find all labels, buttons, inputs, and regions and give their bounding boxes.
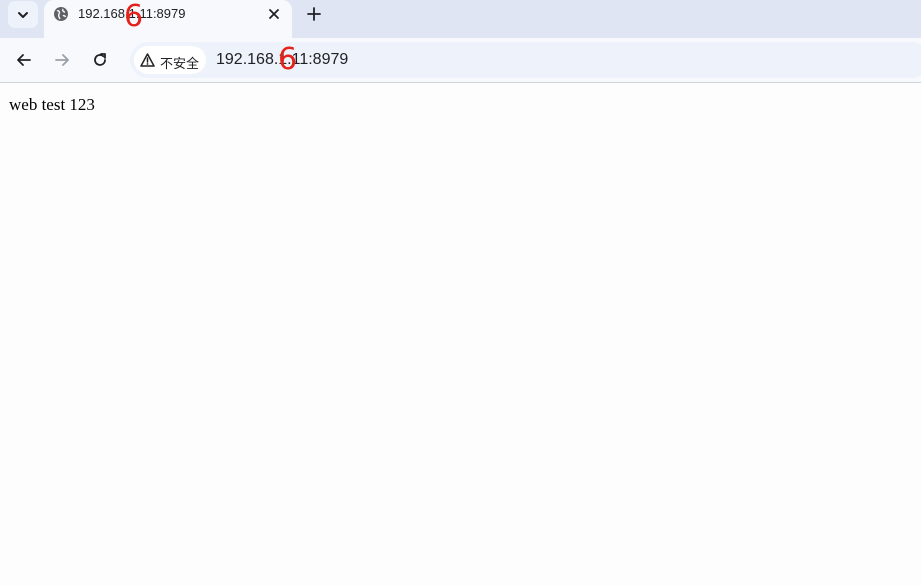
warning-triangle-icon [140, 53, 155, 67]
overlay-digit: 6 [278, 42, 298, 77]
address-bar[interactable]: 不安全 192.168.1.11:8979 [130, 42, 921, 78]
chevron-down-icon [18, 11, 28, 18]
arrow-right-icon[interactable] [52, 50, 72, 70]
page-text: web test 123 [9, 95, 95, 114]
reload-icon[interactable] [90, 50, 110, 70]
page-content: web test 123 [0, 83, 921, 585]
toolbar: 不安全 192.168.1.11:8979 [0, 38, 921, 82]
overlay-digit: 6 [124, 0, 144, 34]
plus-icon[interactable] [304, 4, 324, 24]
tab-list-button[interactable] [8, 1, 38, 28]
globe-icon [54, 7, 68, 21]
browser-tab[interactable]: 192.168.1.11:8979 [44, 0, 292, 38]
security-chip[interactable]: 不安全 [134, 46, 206, 74]
arrow-left-icon[interactable] [14, 50, 34, 70]
close-icon[interactable] [266, 6, 282, 22]
security-label: 不安全 [160, 57, 200, 72]
